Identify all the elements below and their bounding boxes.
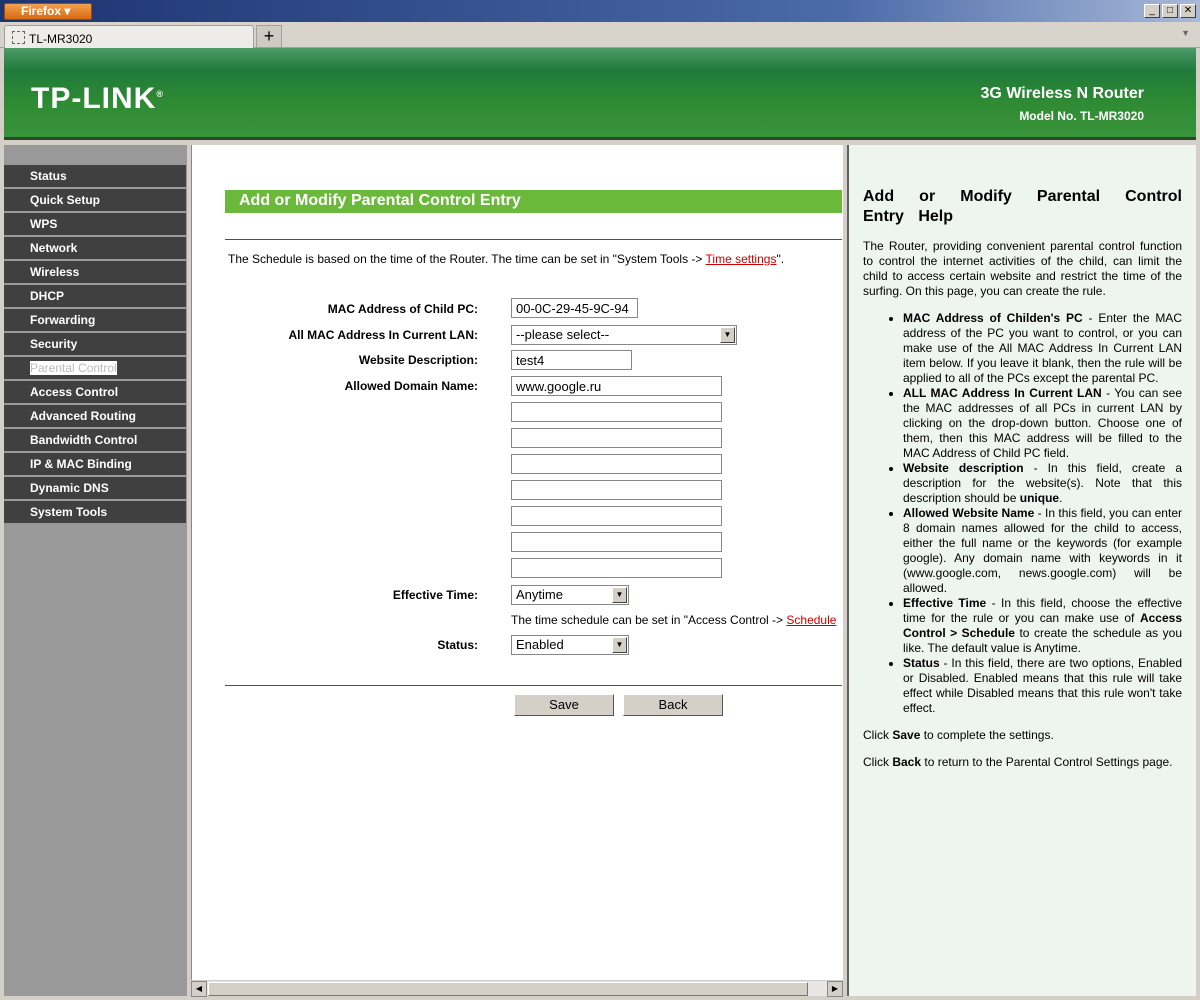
status-select[interactable]: Enabled ▼ bbox=[511, 635, 629, 655]
help-save-note: Click Save to complete the settings. bbox=[863, 728, 1054, 742]
sidebar-item-parental-control[interactable]: Parental Control bbox=[4, 357, 186, 379]
time-schedule-note: The time schedule can be set in "Access … bbox=[511, 613, 837, 627]
all-mac-select[interactable]: --please select-- ▼ bbox=[511, 325, 737, 345]
page-title: Add or Modify Parental Control Entry bbox=[225, 190, 842, 213]
scrollbar-thumb[interactable] bbox=[208, 982, 808, 996]
sidebar-item-access-control[interactable]: Access Control bbox=[4, 381, 186, 403]
chevron-down-icon: ▼ bbox=[612, 637, 627, 653]
status-label: Status: bbox=[437, 638, 478, 652]
allowed-domain-input-6[interactable] bbox=[511, 506, 722, 526]
chevron-down-icon: ▼ bbox=[720, 327, 735, 343]
time-settings-link[interactable]: Time settings bbox=[706, 252, 777, 266]
sidebar-menu: Status Quick Setup WPS Network Wireless DHCP F… bbox=[4, 145, 187, 996]
sidebar-item-wireless[interactable]: Wireless bbox=[4, 261, 186, 283]
sidebar-item-wps[interactable]: WPS bbox=[4, 213, 186, 235]
all-mac-label: All MAC Address In Current LAN: bbox=[288, 328, 478, 342]
sidebar-item-network[interactable]: Network bbox=[4, 237, 186, 259]
sidebar-item-bandwidth-control[interactable]: Bandwidth Control bbox=[4, 429, 186, 451]
minimize-button[interactable]: _ bbox=[1144, 4, 1160, 18]
allowed-domain-input-4[interactable] bbox=[511, 454, 722, 474]
sidebar-item-system-tools[interactable]: System Tools bbox=[4, 501, 186, 523]
scroll-right-icon[interactable]: ▶ bbox=[827, 981, 843, 997]
new-tab-button[interactable]: + bbox=[256, 25, 282, 48]
router-banner: TP-LINK® 3G Wireless N Router Model No. … bbox=[4, 48, 1196, 140]
horizontal-scrollbar[interactable]: ◀ ▶ bbox=[191, 980, 843, 997]
help-item: MAC Address of Childen's PC - Enter the … bbox=[903, 311, 1182, 386]
firefox-menu-button[interactable]: Firefox ▾ bbox=[4, 3, 92, 20]
effective-time-select[interactable]: Anytime ▼ bbox=[511, 585, 629, 605]
help-item: ALL MAC Address In Current LAN - You can… bbox=[903, 386, 1182, 461]
divider bbox=[225, 685, 842, 686]
allowed-domain-input-5[interactable] bbox=[511, 480, 722, 500]
browser-tab[interactable]: TL-MR3020 bbox=[4, 25, 254, 48]
main-content: Add or Modify Parental Control Entry The… bbox=[191, 145, 843, 980]
sidebar-item-advanced-routing[interactable]: Advanced Routing bbox=[4, 405, 186, 427]
favicon-icon bbox=[12, 31, 25, 44]
schedule-note: The Schedule is based on the time of the… bbox=[228, 252, 785, 266]
mac-label: MAC Address of Child PC: bbox=[327, 302, 478, 316]
save-button[interactable]: Save bbox=[514, 694, 614, 716]
help-item: Website description - In this field, cre… bbox=[903, 461, 1182, 506]
tab-list-chevron-icon[interactable]: ▼ bbox=[1181, 28, 1190, 38]
tp-link-logo: TP-LINK® bbox=[31, 82, 164, 115]
browser-title-bar: Firefox ▾ _ □ ✕ bbox=[0, 0, 1200, 22]
help-item: Effective Time - In this field, choose t… bbox=[903, 596, 1182, 656]
effective-time-label: Effective Time: bbox=[392, 588, 478, 602]
website-description-input[interactable] bbox=[511, 350, 632, 370]
close-button[interactable]: ✕ bbox=[1180, 4, 1196, 18]
allowed-domain-input-8[interactable] bbox=[511, 558, 722, 578]
sidebar-item-forwarding[interactable]: Forwarding bbox=[4, 309, 186, 331]
allowed-domain-input-2[interactable] bbox=[511, 402, 722, 422]
schedule-link[interactable]: Schedule bbox=[786, 613, 836, 627]
sidebar-item-dhcp[interactable]: DHCP bbox=[4, 285, 186, 307]
mac-address-input[interactable] bbox=[511, 298, 638, 318]
chevron-down-icon: ▼ bbox=[612, 587, 627, 603]
domain-label: Allowed Domain Name: bbox=[344, 379, 478, 393]
sidebar-item-dynamic-dns[interactable]: Dynamic DNS bbox=[4, 477, 186, 499]
allowed-domain-input-7[interactable] bbox=[511, 532, 722, 552]
product-name: 3G Wireless N Router bbox=[980, 85, 1144, 102]
description-label: Website Description: bbox=[358, 353, 478, 367]
help-back-note: Click Back to return to the Parental Con… bbox=[863, 755, 1173, 769]
sidebar-item-security[interactable]: Security bbox=[4, 333, 186, 355]
maximize-button[interactable]: □ bbox=[1162, 4, 1178, 18]
model-number: Model No. TL-MR3020 bbox=[1019, 109, 1144, 123]
sidebar-item-quick-setup[interactable]: Quick Setup bbox=[4, 189, 186, 211]
allowed-domain-input-1[interactable] bbox=[511, 376, 722, 396]
divider bbox=[225, 239, 842, 240]
back-button[interactable]: Back bbox=[623, 694, 723, 716]
help-list: MAC Address of Childen's PC - Enter the … bbox=[903, 311, 1182, 716]
sidebar-item-ip-mac-binding[interactable]: IP & MAC Binding bbox=[4, 453, 186, 475]
help-panel: Add or Modify Parental Control Entry Hel… bbox=[847, 145, 1196, 996]
tab-bar: TL-MR3020 + ▼ bbox=[0, 22, 1200, 48]
help-intro: The Router, providing convenient parenta… bbox=[863, 239, 1182, 298]
help-item: Status - In this field, there are two op… bbox=[903, 656, 1182, 716]
scroll-left-icon[interactable]: ◀ bbox=[191, 981, 207, 997]
allowed-domain-input-3[interactable] bbox=[511, 428, 722, 448]
sidebar-item-status[interactable]: Status bbox=[4, 165, 186, 187]
help-item: Allowed Website Name - In this field, yo… bbox=[903, 506, 1182, 596]
help-title: Add or Modify Parental Control Entry Hel… bbox=[863, 188, 1182, 225]
